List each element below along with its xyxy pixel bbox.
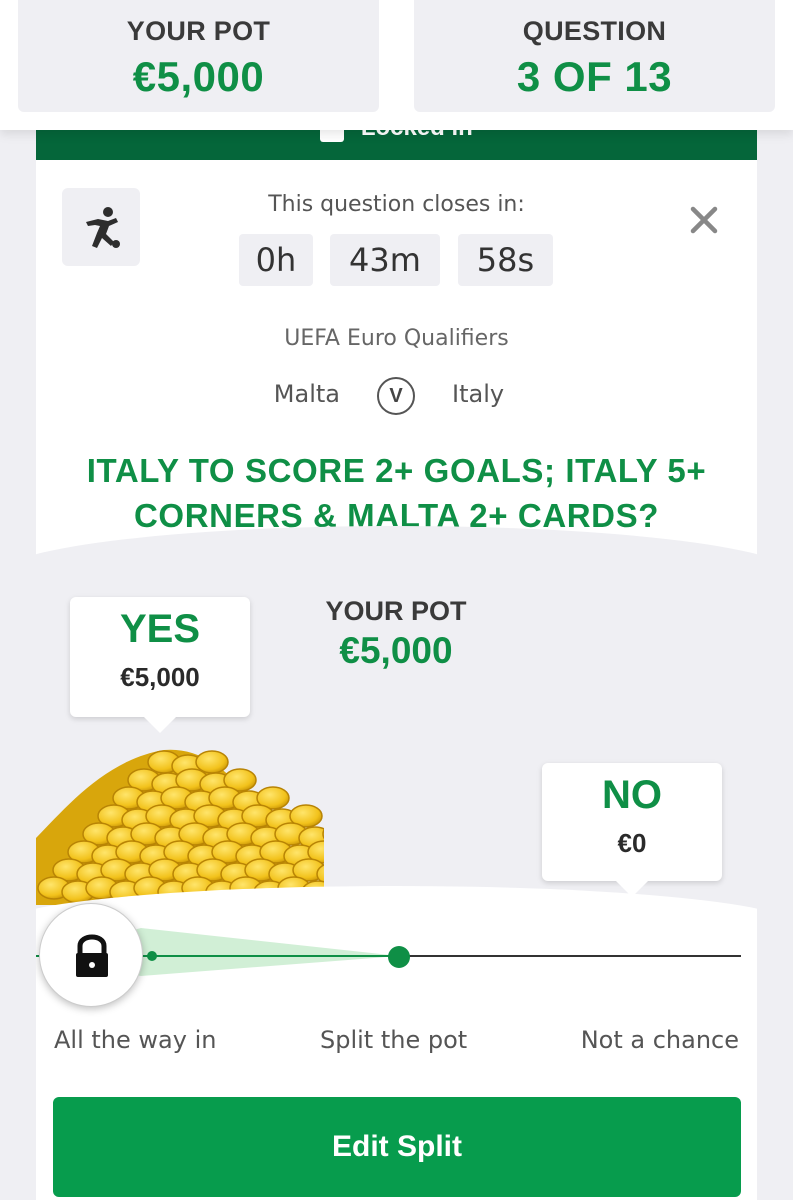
edit-split-button[interactable]: Edit Split [53,1097,741,1197]
timer-hours: 0h [239,234,313,286]
split-slider[interactable] [36,900,757,1010]
coin [195,750,229,774]
slider-label-split: Split the pot [320,1026,468,1054]
no-title: NO [602,773,662,817]
arena-pot-label: YOUR POT [325,596,467,626]
closes-in-label: This question closes in: [268,192,525,217]
no-amount: €0 [617,828,647,858]
slider-lock-handle[interactable] [39,903,143,1007]
your-pot-value: €5,000 [132,53,265,100]
versus-badge: V [377,377,415,415]
top-header: YOUR POT €5,000 QUESTION 3 OF 13 [0,0,793,130]
question-counter-label: QUESTION [522,16,667,46]
yes-title: YES [119,607,201,651]
arena-pot-value: €5,000 [339,630,453,671]
slider-left-dot [147,951,157,961]
competition-name: UEFA Euro Qualifiers [284,326,509,351]
away-team: Italy [452,380,505,408]
home-team: Malta [273,380,340,408]
slider-label-all-in: All the way in [54,1026,217,1054]
question-line-1: Italy to score 2+ Goals; Italy 5+ [86,452,707,489]
timer-seconds: 58s [458,234,553,286]
yes-bubble: YES €5,000 [70,597,250,733]
question-counter-card: QUESTION 3 OF 13 [414,0,775,112]
your-pot-label: YOUR POT [126,16,271,46]
yes-amount: €5,000 [120,662,200,692]
slider-label-no-chance: Not a chance [580,1026,739,1054]
no-bubble: NO €0 [542,763,722,897]
lock-icon [76,934,108,977]
timer-minutes: 43m [330,234,440,286]
question-card: This question closes in: 0h 43m 58s UEFA… [36,160,757,1200]
slider-mid-marker [388,946,410,968]
question-text: Italy to score 2+ Goals; Italy 5+ corner… [36,448,757,538]
your-pot-card: YOUR POT €5,000 [18,0,379,112]
coin-pile-illustration [36,749,324,905]
question-counter-value: 3 OF 13 [516,53,673,100]
